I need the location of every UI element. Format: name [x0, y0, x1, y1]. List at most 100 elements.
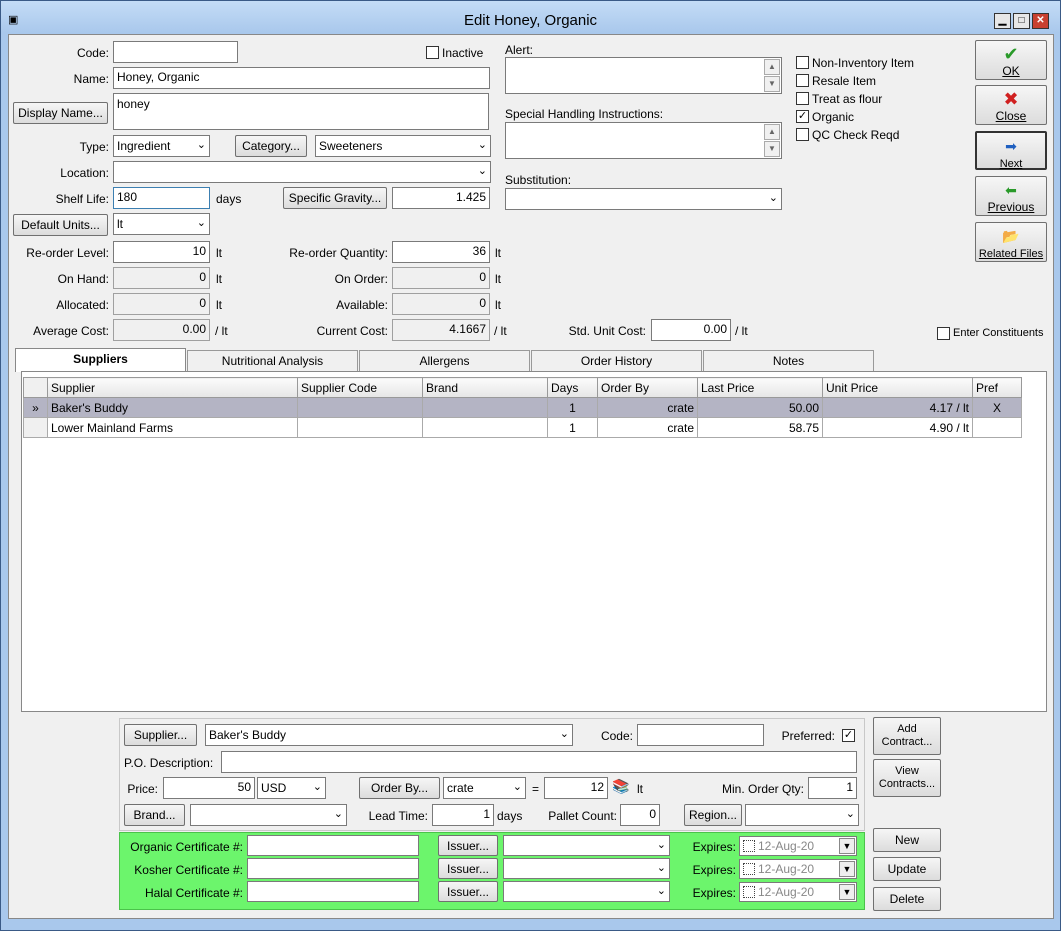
order-qty-input[interactable]: 12: [544, 777, 608, 799]
specific-gravity-button[interactable]: Specific Gravity...: [283, 187, 387, 209]
organic-expires-date[interactable]: 12-Aug-20 ▼: [739, 836, 857, 856]
organic-issuer-select[interactable]: ⌄: [503, 835, 670, 856]
flag-checkbox-3[interactable]: ✓: [796, 110, 809, 123]
chevron-down-icon[interactable]: ▼: [839, 861, 855, 877]
cell-supplier[interactable]: Lower Mainland Farms: [47, 417, 298, 438]
alert-input[interactable]: ▲ ▼: [505, 57, 782, 94]
specific-gravity-input[interactable]: 1.425: [392, 187, 490, 209]
table-row[interactable]: » Baker's Buddy 1 crate 50.00 4.17 / lt …: [23, 397, 1022, 418]
organic-cert-input[interactable]: [247, 835, 419, 856]
brand-select[interactable]: ⌄: [190, 804, 347, 826]
cell-unit-price[interactable]: 4.90 / lt: [822, 417, 973, 438]
pallet-count-input[interactable]: 0: [620, 804, 660, 826]
cell-unit-price[interactable]: 4.17 / lt: [822, 397, 973, 418]
inactive-checkbox[interactable]: [426, 46, 439, 59]
conversion-book-icon[interactable]: 📚: [612, 778, 629, 795]
date-checkbox[interactable]: [743, 840, 755, 852]
kosher-issuer-button[interactable]: Issuer...: [438, 858, 498, 879]
special-handling-input[interactable]: ▲ ▼: [505, 122, 782, 159]
close-button[interactable]: ✖ Close: [975, 85, 1047, 125]
shelf-life-input[interactable]: 180: [113, 187, 210, 209]
col-supplier[interactable]: Supplier: [47, 377, 298, 398]
cell-brand[interactable]: [422, 417, 548, 438]
brand-button[interactable]: Brand...: [124, 804, 185, 826]
price-input[interactable]: 50: [163, 777, 255, 799]
cell-days[interactable]: 1: [547, 397, 598, 418]
display-name-input[interactable]: honey: [113, 93, 489, 130]
std-unit-cost-input[interactable]: 0.00: [651, 319, 731, 341]
tab-allergens[interactable]: Allergens: [359, 350, 530, 371]
flag-checkbox-0[interactable]: [796, 56, 809, 69]
close-window-icon[interactable]: ✕: [1032, 13, 1049, 29]
date-checkbox[interactable]: [743, 863, 755, 875]
code-input[interactable]: [113, 41, 238, 63]
col-pref[interactable]: Pref: [972, 377, 1022, 398]
default-units-button[interactable]: Default Units...: [13, 214, 108, 236]
col-order-by[interactable]: Order By: [597, 377, 698, 398]
halal-issuer-button[interactable]: Issuer...: [438, 881, 498, 902]
title-bar[interactable]: ▣ Edit Honey, Organic ▁ □ ✕: [1, 1, 1060, 33]
default-units-select[interactable]: lt ⌄: [113, 213, 210, 235]
preferred-checkbox[interactable]: ✓: [842, 729, 855, 742]
organic-issuer-button[interactable]: Issuer...: [438, 835, 498, 856]
view-contracts-button[interactable]: View Contracts...: [873, 759, 941, 797]
supplier-select[interactable]: Baker's Buddy ⌄: [205, 724, 573, 746]
category-select[interactable]: Sweeteners ⌄: [315, 135, 491, 157]
supplier-button[interactable]: Supplier...: [124, 724, 197, 746]
kosher-cert-input[interactable]: [247, 858, 419, 879]
flag-checkbox-2[interactable]: [796, 92, 809, 105]
new-button[interactable]: New: [873, 828, 941, 852]
order-by-button[interactable]: Order By...: [359, 777, 440, 799]
col-brand[interactable]: Brand: [422, 377, 548, 398]
minimize-icon[interactable]: ▁: [994, 13, 1011, 29]
col-last-price[interactable]: Last Price: [697, 377, 823, 398]
maximize-icon[interactable]: □: [1013, 13, 1030, 29]
cell-supplier-code[interactable]: [297, 417, 423, 438]
related-files-button[interactable]: 📂 Related Files: [975, 222, 1047, 262]
cell-order-by[interactable]: crate: [597, 397, 698, 418]
tab-suppliers[interactable]: Suppliers: [15, 348, 186, 372]
name-input[interactable]: Honey, Organic: [113, 67, 490, 89]
cell-last-price[interactable]: 58.75: [697, 417, 823, 438]
reorder-qty-input[interactable]: 36: [392, 241, 490, 263]
next-button[interactable]: ➡ Next: [975, 131, 1047, 170]
currency-select[interactable]: USD ⌄: [257, 777, 326, 799]
table-row[interactable]: Lower Mainland Farms 1 crate 58.75 4.90 …: [23, 417, 1022, 438]
scroll-up-icon[interactable]: ▲: [764, 124, 780, 140]
previous-button[interactable]: ⬅ Previous: [975, 176, 1047, 216]
scroll-up-icon[interactable]: ▲: [764, 59, 780, 75]
category-button[interactable]: Category...: [235, 135, 307, 157]
kosher-issuer-select[interactable]: ⌄: [503, 858, 670, 879]
po-description-input[interactable]: [221, 751, 857, 773]
cell-last-price[interactable]: 50.00: [697, 397, 823, 418]
date-checkbox[interactable]: [743, 886, 755, 898]
col-unit-price[interactable]: Unit Price: [822, 377, 973, 398]
substitution-select[interactable]: ⌄: [505, 188, 782, 210]
tab-nutritional-analysis[interactable]: Nutritional Analysis: [187, 350, 358, 371]
scroll-down-icon[interactable]: ▼: [764, 76, 780, 92]
cell-pref[interactable]: X: [972, 397, 1022, 418]
scroll-down-icon[interactable]: ▼: [764, 141, 780, 157]
update-button[interactable]: Update: [873, 857, 941, 881]
cell-pref[interactable]: [972, 417, 1022, 438]
tab-order-history[interactable]: Order History: [531, 350, 702, 371]
flag-checkbox-1[interactable]: [796, 74, 809, 87]
cell-brand[interactable]: [422, 397, 548, 418]
chevron-down-icon[interactable]: ▼: [839, 838, 855, 854]
cell-supplier-code[interactable]: [297, 397, 423, 418]
detail-code-input[interactable]: [637, 724, 764, 746]
kosher-expires-date[interactable]: 12-Aug-20 ▼: [739, 859, 857, 879]
cell-days[interactable]: 1: [547, 417, 598, 438]
location-select[interactable]: ⌄: [113, 161, 491, 183]
lead-time-input[interactable]: 1: [432, 804, 494, 826]
halal-issuer-select[interactable]: ⌄: [503, 881, 670, 902]
display-name-button[interactable]: Display Name...: [13, 102, 108, 124]
tab-notes[interactable]: Notes: [703, 350, 874, 371]
region-button[interactable]: Region...: [684, 804, 742, 826]
min-order-qty-input[interactable]: 1: [808, 777, 857, 799]
col-days[interactable]: Days: [547, 377, 598, 398]
enter-constituents-checkbox[interactable]: [937, 327, 950, 340]
region-select[interactable]: ⌄: [745, 804, 859, 826]
type-select[interactable]: Ingredient ⌄: [113, 135, 210, 157]
reorder-level-input[interactable]: 10: [113, 241, 210, 263]
